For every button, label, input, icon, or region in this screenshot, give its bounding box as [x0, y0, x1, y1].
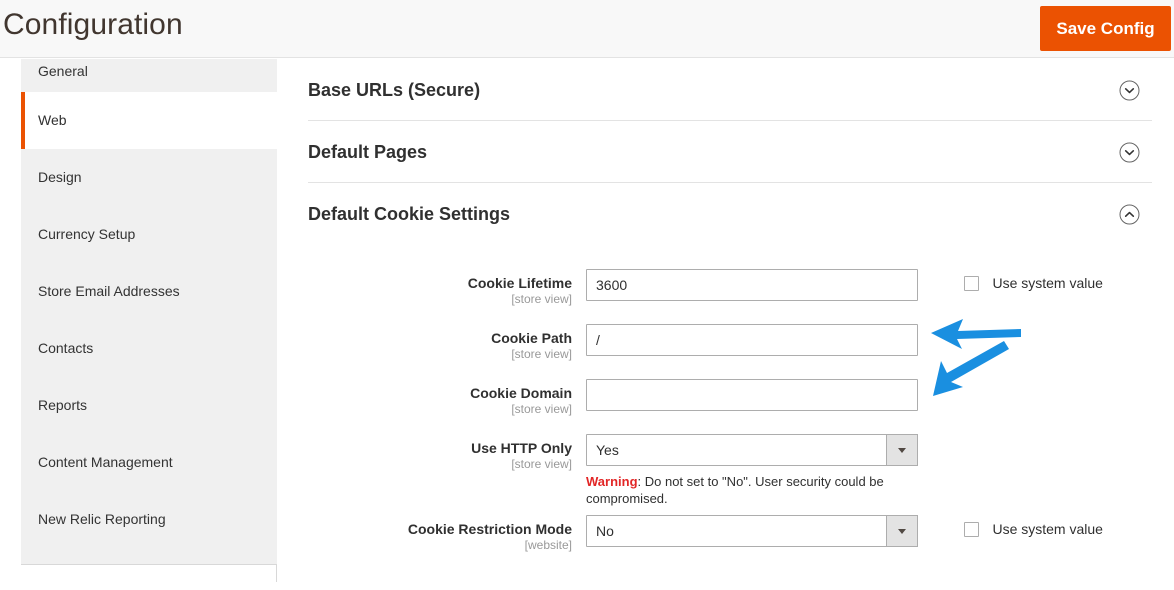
field-control — [586, 324, 918, 356]
sidebar-item-design[interactable]: Design — [21, 149, 277, 206]
sidebar-item-store-email-addresses[interactable]: Store Email Addresses — [21, 263, 277, 320]
chevron-down-icon[interactable] — [886, 434, 918, 466]
chevron-down-icon[interactable] — [1119, 80, 1140, 101]
field-label-wrap: Cookie Domain [store view] — [308, 379, 572, 417]
cookie-domain-label: Cookie Domain — [470, 385, 572, 401]
section-header-base-urls-secure[interactable]: Base URLs (Secure) — [308, 59, 1152, 121]
save-config-button[interactable]: Save Config — [1040, 6, 1171, 51]
use-http-only-selected-value[interactable]: Yes — [586, 434, 918, 466]
chevron-up-icon[interactable] — [1119, 204, 1140, 225]
section-default-pages: Default Pages — [308, 121, 1152, 183]
sidebar-spacer — [21, 548, 277, 564]
cookie-path-scope: [store view] — [511, 347, 572, 361]
field-control: Yes Warning: Do not set to "No". User se… — [586, 434, 918, 507]
section-title: Default Pages — [308, 142, 428, 162]
field-row-cookie-restriction-mode: Cookie Restriction Mode [website] No Use… — [308, 515, 1152, 570]
cookie-path-input[interactable] — [586, 324, 918, 356]
cookie-lifetime-use-system-value[interactable]: Use system value — [964, 275, 1103, 293]
sidebar-item-label: Reports — [38, 397, 88, 413]
use-http-only-scope: [store view] — [511, 457, 572, 471]
sidebar-item-contacts[interactable]: Contacts — [21, 320, 277, 377]
checkbox-icon[interactable] — [964, 522, 979, 537]
cookie-lifetime-label: Cookie Lifetime — [467, 275, 572, 291]
cookie-settings-fieldset: Cookie Lifetime [store view] Use system … — [308, 245, 1152, 570]
sidebar-item-label: Store Email Addresses — [38, 283, 180, 299]
sidebar-item-label: Contacts — [38, 340, 94, 356]
field-row-use-http-only: Use HTTP Only [store view] Yes Warning: … — [308, 434, 1152, 506]
section-header-default-cookie-settings[interactable]: Default Cookie Settings — [308, 183, 1152, 245]
warning-label: Warning — [586, 474, 638, 489]
sidebar-item-content-management[interactable]: Content Management — [21, 434, 277, 491]
sidebar-item-label: Currency Setup — [38, 226, 136, 242]
checkbox-icon[interactable] — [964, 276, 979, 291]
use-system-value-label: Use system value — [992, 275, 1103, 291]
section-header-default-pages[interactable]: Default Pages — [308, 121, 1152, 183]
sidebar-item-label: New Relic Reporting — [38, 511, 166, 527]
field-label-wrap: Cookie Path [store view] — [308, 324, 572, 362]
chevron-down-icon[interactable] — [1119, 142, 1140, 163]
cookie-restriction-mode-use-system-value[interactable]: Use system value — [964, 521, 1103, 539]
cookie-path-label: Cookie Path — [491, 330, 572, 346]
sidebar-item-general[interactable]: General — [21, 59, 277, 92]
sidebar-item-currency-setup[interactable]: Currency Setup — [21, 206, 277, 263]
field-control: No — [586, 515, 918, 547]
field-label-wrap: Cookie Restriction Mode [website] — [308, 515, 572, 553]
section-base-urls-secure: Base URLs (Secure) — [308, 59, 1152, 121]
configuration-sidebar: General Web Design Currency Setup Store … — [21, 59, 277, 582]
field-control — [586, 269, 918, 301]
configuration-content: Base URLs (Secure) Default Pages Default… — [308, 59, 1152, 570]
section-title: Default Cookie Settings — [308, 204, 511, 224]
field-label-wrap: Cookie Lifetime [store view] — [308, 269, 572, 307]
configuration-page: Configuration Save Config General Web De… — [0, 0, 1174, 590]
field-control — [586, 379, 918, 411]
use-http-only-note: Warning: Do not set to "No". User securi… — [586, 473, 886, 507]
page-title: Configuration — [3, 8, 183, 41]
cookie-domain-input[interactable] — [586, 379, 918, 411]
sidebar-item-label: Web — [38, 112, 67, 128]
use-http-only-select[interactable]: Yes — [586, 434, 918, 466]
cookie-restriction-mode-select[interactable]: No — [586, 515, 918, 547]
sidebar-item-web[interactable]: Web — [21, 92, 277, 149]
sidebar-item-label: Content Management — [38, 454, 173, 470]
cookie-lifetime-input[interactable] — [586, 269, 918, 301]
page-header: Configuration Save Config — [0, 0, 1174, 58]
section-default-cookie-settings: Default Cookie Settings Cookie Lifetime … — [308, 183, 1152, 570]
field-row-cookie-lifetime: Cookie Lifetime [store view] Use system … — [308, 269, 1152, 324]
field-row-cookie-domain: Cookie Domain [store view] — [308, 379, 1152, 434]
sidebar-item-reports[interactable]: Reports — [21, 377, 277, 434]
sidebar-next-group — [21, 564, 277, 582]
cookie-restriction-mode-selected-value[interactable]: No — [586, 515, 918, 547]
section-title: Base URLs (Secure) — [308, 80, 481, 100]
field-label-wrap: Use HTTP Only [store view] — [308, 434, 572, 472]
sidebar-item-label: Design — [38, 169, 82, 185]
chevron-down-icon[interactable] — [886, 515, 918, 547]
field-row-cookie-path: Cookie Path [store view] — [308, 324, 1152, 379]
sidebar-group: General Web Design Currency Setup Store … — [21, 59, 277, 564]
sidebar-item-new-relic-reporting[interactable]: New Relic Reporting — [21, 491, 277, 548]
cookie-domain-scope: [store view] — [511, 402, 572, 416]
use-http-only-label: Use HTTP Only — [471, 440, 572, 456]
sidebar-item-label: General — [38, 63, 88, 79]
cookie-lifetime-scope: [store view] — [511, 292, 572, 306]
use-system-value-label: Use system value — [992, 521, 1103, 537]
cookie-restriction-mode-scope: [website] — [524, 538, 572, 552]
cookie-restriction-mode-label: Cookie Restriction Mode — [407, 521, 572, 537]
